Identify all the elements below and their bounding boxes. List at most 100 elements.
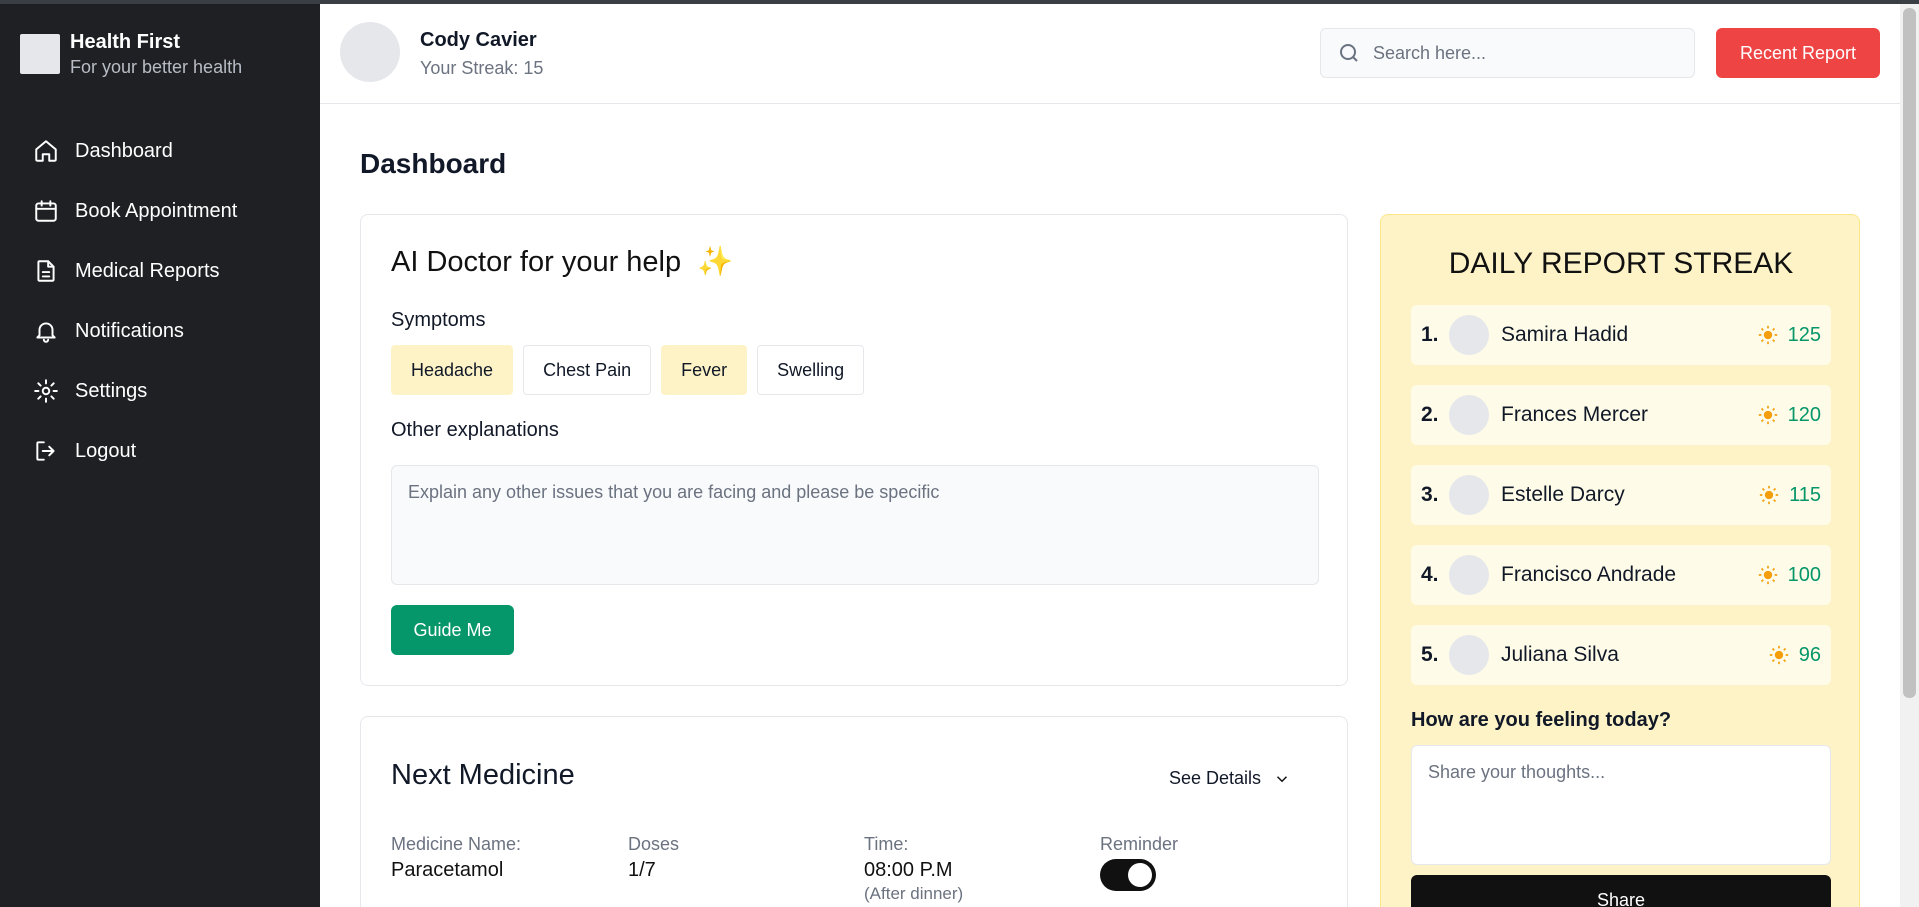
sidebar-item-label: Book Appointment <box>75 199 238 222</box>
brand-logo <box>20 34 60 74</box>
doses-value: 1/7 <box>628 859 656 881</box>
rank-number: 1. <box>1421 323 1439 346</box>
page-title: Dashboard <box>360 148 507 179</box>
next-medicine-title: Next Medicine <box>391 759 575 791</box>
reminder-label: Reminder <box>1100 834 1179 854</box>
reminder-field: Reminder <box>1100 833 1178 891</box>
sun-icon <box>1758 405 1777 425</box>
document-icon <box>37 260 55 282</box>
sun-icon <box>1759 485 1779 505</box>
avatar <box>1449 475 1489 515</box>
other-explanations-label: Other explanations <box>391 419 559 441</box>
user-name: Cody Cavier <box>420 29 537 51</box>
sun-icon <box>1769 645 1788 665</box>
leaderboard-row[interactable]: 2. Frances Mercer 120 <box>1411 385 1831 445</box>
sidebar-item-medical-reports[interactable]: Medical Reports <box>33 241 237 301</box>
leaderboard-row[interactable]: 5. Juliana Silva 96 <box>1411 625 1831 685</box>
sidebar: Health First For your better health Dash… <box>0 4 320 907</box>
sidebar-item-settings[interactable]: Settings <box>33 361 237 421</box>
score-value: 120 <box>1787 403 1821 426</box>
logout-icon <box>36 441 55 461</box>
user-avatar[interactable] <box>340 22 400 82</box>
recent-report-button[interactable]: Recent Report <box>1716 28 1880 78</box>
toggle-knob <box>1128 863 1152 887</box>
avatar <box>1449 315 1489 355</box>
avatar <box>1449 395 1489 435</box>
share-button[interactable]: Share <box>1411 875 1831 907</box>
sidebar-item-dashboard[interactable]: Dashboard <box>33 121 237 181</box>
symptoms-label: Symptoms <box>391 309 486 331</box>
score-value: 100 <box>1787 563 1821 586</box>
guide-me-button[interactable]: Guide Me <box>391 605 514 655</box>
sidebar-item-label: Logout <box>75 439 137 462</box>
symptom-chip-chest-pain[interactable]: Chest Pain <box>523 345 652 395</box>
scrollbar-thumb[interactable] <box>1903 8 1916 698</box>
brand[interactable]: Health First For your better health <box>20 30 242 80</box>
search-box[interactable] <box>1320 28 1695 78</box>
leader-score: 115 <box>1759 484 1821 507</box>
leaderboard-row[interactable]: 1. Samira Hadid 125 <box>1411 305 1831 365</box>
leader-score: 120 <box>1758 404 1821 427</box>
sidebar-item-book-appointment[interactable]: Book Appointment <box>33 181 237 241</box>
daily-report-streak-card: DAILY REPORT STREAK 1. Samira Hadid 125 … <box>1380 214 1860 907</box>
medicine-name-label: Medicine Name: <box>391 834 522 854</box>
leader-score: 125 <box>1758 324 1821 347</box>
ai-doctor-title: AI Doctor for your help ✨ <box>391 245 733 279</box>
leader-name: Samira Hadid <box>1501 323 1629 346</box>
score-value: 125 <box>1787 323 1821 346</box>
rank-number: 5. <box>1421 643 1439 666</box>
sidebar-item-label: Settings <box>75 379 148 402</box>
sun-icon <box>1758 325 1777 345</box>
doses-field: Doses 1/7 <box>628 833 679 883</box>
calendar-icon <box>35 200 57 222</box>
reminder-toggle[interactable] <box>1100 859 1156 891</box>
score-value: 115 <box>1789 483 1821 506</box>
time-field: Time: 08:00 P.M (After dinner) <box>864 833 963 905</box>
doses-label: Doses <box>628 834 680 854</box>
leader-score: 96 <box>1769 644 1821 667</box>
sidebar-item-notifications[interactable]: Notifications <box>33 301 237 361</box>
rank-number: 3. <box>1421 483 1439 506</box>
score-value: 96 <box>1798 643 1821 666</box>
ai-doctor-card: AI Doctor for your help ✨ Symptoms Heada… <box>360 214 1348 686</box>
search-input[interactable] <box>1373 42 1673 64</box>
leaderboard-row[interactable]: 4. Francisco Andrade 100 <box>1411 545 1831 605</box>
chevron-down-icon <box>1277 775 1288 782</box>
leader-score: 100 <box>1758 564 1821 587</box>
leader-name: Juliana Silva <box>1501 643 1619 666</box>
home-icon <box>35 140 57 162</box>
sparkles-icon: ✨ <box>697 246 734 278</box>
page-scrollbar[interactable] <box>1900 4 1919 907</box>
sidebar-item-label: Dashboard <box>75 139 173 162</box>
brand-name: Health First <box>70 31 181 53</box>
brand-tagline: For your better health <box>70 57 243 77</box>
ai-doctor-title-text: AI Doctor for your help <box>391 246 682 278</box>
feeling-textarea[interactable] <box>1411 745 1831 865</box>
medicine-name-field: Medicine Name: Paracetamol <box>391 833 521 883</box>
symptom-chip-headache[interactable]: Headache <box>391 345 514 395</box>
leader-name: Francisco Andrade <box>1501 563 1677 586</box>
user-streak: Your Streak: 15 <box>420 58 544 78</box>
see-details-label: See Details <box>1169 768 1262 788</box>
avatar <box>1449 635 1489 675</box>
leader-name: Frances Mercer <box>1501 403 1649 426</box>
feeling-label: How are you feeling today? <box>1411 709 1672 731</box>
symptom-chip-fever[interactable]: Fever <box>661 345 748 395</box>
sidebar-item-logout[interactable]: Logout <box>33 421 237 481</box>
rank-number: 2. <box>1421 403 1439 426</box>
avatar <box>1449 555 1489 595</box>
time-value: 08:00 P.M <box>864 859 953 881</box>
next-medicine-card: Next Medicine See Details Medicine Name:… <box>360 716 1348 907</box>
medicine-name-value: Paracetamol <box>391 859 504 881</box>
gear-icon <box>34 379 58 403</box>
other-explanations-textarea[interactable] <box>391 465 1319 585</box>
leaderboard-row[interactable]: 3. Estelle Darcy 115 <box>1411 465 1831 525</box>
symptom-chip-swelling[interactable]: Swelling <box>757 345 865 395</box>
search-icon <box>1340 44 1358 62</box>
sidebar-item-label: Medical Reports <box>75 259 220 282</box>
bell-icon <box>36 322 56 343</box>
leader-name: Estelle Darcy <box>1501 483 1625 506</box>
sidebar-nav: Dashboard Book Appointment Medical Repor… <box>33 121 237 481</box>
rank-number: 4. <box>1421 563 1439 586</box>
see-details-toggle[interactable]: See Details <box>1169 768 1291 789</box>
